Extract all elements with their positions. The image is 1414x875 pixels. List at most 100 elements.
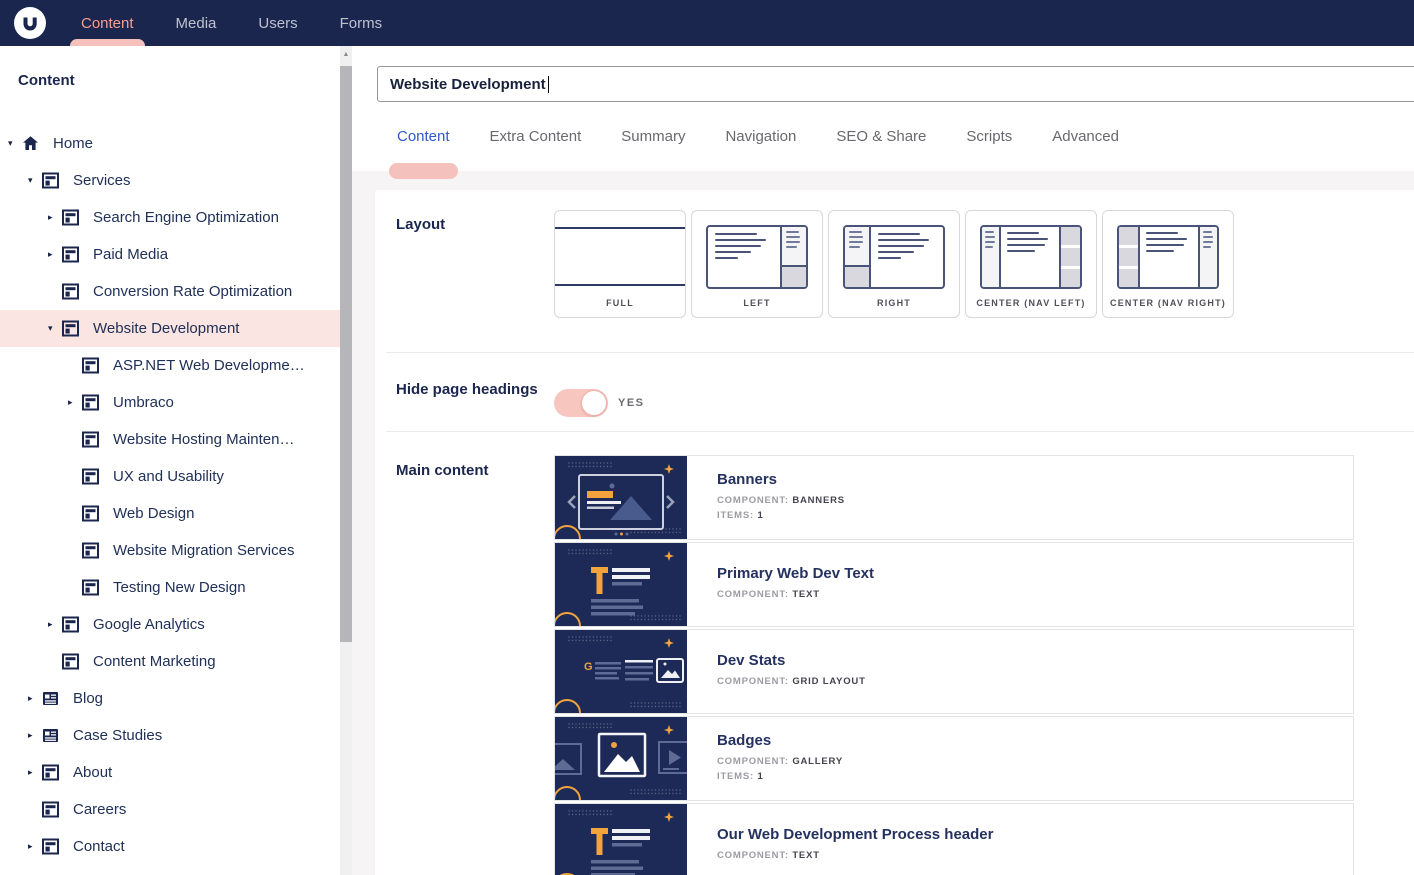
tab-label: Navigation <box>725 128 796 145</box>
component-value: GRID LAYOUT <box>792 676 865 687</box>
topnav-item-users[interactable]: Users <box>237 0 318 46</box>
caret-right-icon[interactable]: ▸ <box>28 730 42 741</box>
content-item-title: Banners <box>717 471 845 488</box>
caret-right-icon[interactable]: ▸ <box>68 397 82 408</box>
caret-down-icon[interactable]: ▾ <box>48 323 62 334</box>
tree-item-conversion-rate-optimization[interactable]: Conversion Rate Optimization <box>0 273 340 310</box>
tree-item-label: Website Development <box>93 320 239 337</box>
tree-item-item[interactable] <box>0 865 340 875</box>
grid-component-thumbnail: G <box>555 630 687 713</box>
layout-option-full[interactable]: FULL <box>554 210 686 318</box>
tree-item-testing-new-design[interactable]: Testing New Design <box>0 569 340 606</box>
tree-item-about[interactable]: ▸ About <box>0 754 340 791</box>
tree-item-blog[interactable]: ▸Blog <box>0 680 340 717</box>
content-item-primary-web-dev-text[interactable]: Primary Web Dev TextCOMPONENT: TEXT <box>554 542 1354 627</box>
content-item-our-web-development-process-header[interactable]: Our Web Development Process header COMPON… <box>554 803 1354 875</box>
svg-text:G: G <box>584 661 593 673</box>
tree-item-label: Services <box>73 172 131 189</box>
content-item-banners[interactable]: BannersCOMPONENT: BANNERSITEMS: 1 <box>554 455 1354 540</box>
content-item-badges[interactable]: BadgesCOMPONENT: GALLERYITEMS: 1 <box>554 716 1354 801</box>
caret-right-icon[interactable]: ▸ <box>48 212 62 223</box>
content-item-title: Dev Stats <box>717 652 866 669</box>
topnav-item-forms[interactable]: Forms <box>319 0 404 46</box>
caret-right-icon[interactable]: ▸ <box>28 693 42 704</box>
layout-option-center-nav-left[interactable]: CENTER (NAV LEFT) <box>965 210 1097 318</box>
tree-item-careers[interactable]: Careers <box>0 791 340 828</box>
layout-icon <box>62 616 79 633</box>
tab-advanced[interactable]: Advanced <box>1052 128 1119 145</box>
items-meta-line: ITEMS: 1 <box>717 771 843 782</box>
tree-item-label: Testing New Design <box>113 579 246 596</box>
tab-summary[interactable]: Summary <box>621 128 685 145</box>
tab-content[interactable]: Content <box>397 128 450 145</box>
tree-item-website-migration-services[interactable]: Website Migration Services <box>0 532 340 569</box>
tree-item-web-design[interactable]: Web Design <box>0 495 340 532</box>
content-item-title: Our Web Development Process header <box>717 826 993 843</box>
hide-page-headings-toggle[interactable] <box>554 389 608 417</box>
active-tab-underline <box>389 163 458 179</box>
tab-extra-content[interactable]: Extra Content <box>490 128 582 145</box>
component-label: COMPONENT: <box>717 850 789 861</box>
tree-item-contact[interactable]: ▸Contact <box>0 828 340 865</box>
layout-option-center-nav-right[interactable]: CENTER (NAV RIGHT) <box>1102 210 1234 318</box>
text-component-thumbnail <box>555 543 687 626</box>
scroll-up-button[interactable]: ▲ <box>340 46 352 62</box>
tree-item-asp-net-web-developme[interactable]: ASP.NET Web Developme… <box>0 347 340 384</box>
layout-option-right[interactable]: RIGHT <box>828 210 960 318</box>
tab-label: Summary <box>621 128 685 145</box>
caret-right-icon[interactable]: ▸ <box>28 767 42 778</box>
tree-item-label: ASP.NET Web Developme… <box>113 357 305 374</box>
tree-item-case-studies[interactable]: ▸ Case Studies <box>0 717 340 754</box>
scrollbar-thumb[interactable] <box>340 66 352 642</box>
tree-item-label: Content Marketing <box>93 653 216 670</box>
umbraco-logo[interactable] <box>13 6 47 40</box>
tree-item-search-engine-optimization[interactable]: ▸Search Engine Optimization <box>0 199 340 236</box>
main-content-label: Main content <box>375 432 554 875</box>
component-value: BANNERS <box>792 495 845 506</box>
sidebar-scrollbar[interactable]: ▲ <box>340 46 352 875</box>
tab-label: Extra Content <box>490 128 582 145</box>
layout-property-label: Layout <box>375 190 554 353</box>
tree-item-home[interactable]: ▾Home <box>0 125 340 162</box>
topnav-item-content[interactable]: Content <box>60 0 155 46</box>
caret-right-icon[interactable]: ▸ <box>48 619 62 630</box>
layout-icon <box>82 505 99 522</box>
banners-component-thumbnail <box>555 456 687 539</box>
caret-down-icon[interactable]: ▾ <box>28 175 42 186</box>
tab-label: SEO & Share <box>836 128 926 145</box>
layout-icon <box>62 246 79 263</box>
tree-item-website-development[interactable]: ▾ Website Development <box>0 310 340 347</box>
layout-option-label: FULL <box>555 298 685 308</box>
tab-navigation[interactable]: Navigation <box>725 128 796 145</box>
layout-option-left[interactable]: LEFT <box>691 210 823 318</box>
content-item-dev-stats[interactable]: GDev StatsCOMPONENT: GRID LAYOUT <box>554 629 1354 714</box>
caret-right-icon[interactable]: ▸ <box>28 841 42 852</box>
items-count: 1 <box>757 510 763 521</box>
layout-icon <box>42 172 59 189</box>
page-title-input[interactable]: Website Development <box>377 66 1414 102</box>
content-box: Layout FULL LEFTRIGHTCENTER (NAV LEFT)CEN… <box>375 190 1414 875</box>
tree-item-paid-media[interactable]: ▸Paid Media <box>0 236 340 273</box>
content-tree: ▾Home▾Services▸Search Engine Optimizatio… <box>0 125 340 875</box>
toggle-knob <box>581 390 607 416</box>
component-value: TEXT <box>792 589 819 600</box>
scroll-up-arrow-icon: ▲ <box>343 51 350 58</box>
tree-item-website-hosting-mainten[interactable]: Website Hosting Mainten… <box>0 421 340 458</box>
tree-item-label: About <box>73 764 112 781</box>
content-item-body: BannersCOMPONENT: BANNERSITEMS: 1 <box>687 456 845 539</box>
caret-down-icon[interactable]: ▾ <box>8 138 22 149</box>
tree-item-ux-and-usability[interactable]: UX and Usability <box>0 458 340 495</box>
topnav-item-media[interactable]: Media <box>155 0 238 46</box>
layout-icon <box>62 283 79 300</box>
tree-item-services[interactable]: ▾ Services <box>0 162 340 199</box>
tree-item-label: UX and Usability <box>113 468 224 485</box>
tree-item-label: Case Studies <box>73 727 162 744</box>
tab-scripts[interactable]: Scripts <box>966 128 1012 145</box>
tree-item-umbraco[interactable]: ▸Umbraco <box>0 384 340 421</box>
tree-item-google-analytics[interactable]: ▸Google Analytics <box>0 606 340 643</box>
tree-item-content-marketing[interactable]: Content Marketing <box>0 643 340 680</box>
text-component-thumbnail <box>555 804 687 875</box>
caret-right-icon[interactable]: ▸ <box>48 249 62 260</box>
tab-seo-share[interactable]: SEO & Share <box>836 128 926 145</box>
sidebar-section-title: Content <box>18 72 340 89</box>
